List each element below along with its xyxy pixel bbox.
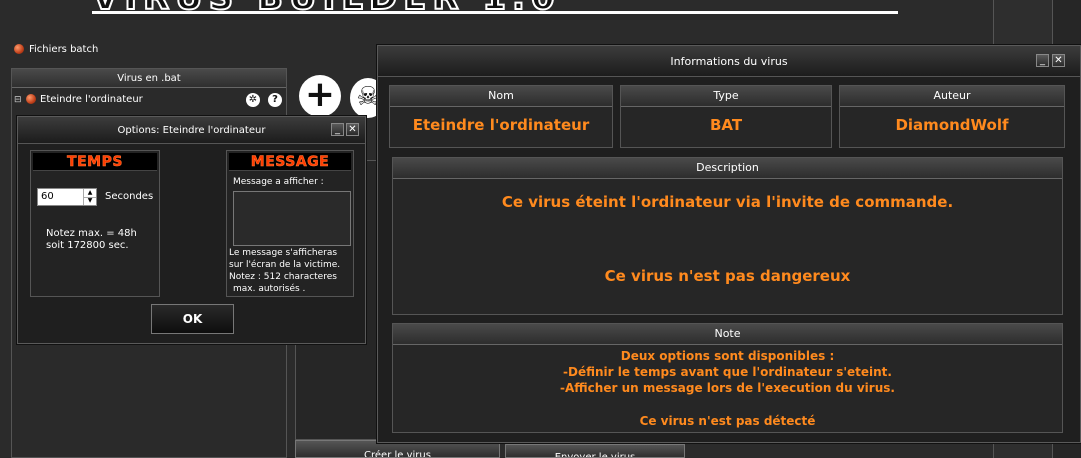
message-note-1: Le message s'afficheras bbox=[229, 248, 338, 258]
help-icon[interactable]: ? bbox=[268, 93, 282, 107]
add-virus-button[interactable]: + bbox=[299, 75, 341, 117]
description-header: Description bbox=[393, 158, 1062, 179]
close-button[interactable]: ✕ bbox=[346, 123, 359, 136]
note-line-2: -Définir le temps avant que l'ordinateur… bbox=[563, 365, 892, 379]
message-note-2: sur l'écran de la victime. bbox=[229, 260, 341, 270]
max-note-line-2: soit 172800 sec. bbox=[46, 240, 129, 251]
auteur-value: DiamondWolf bbox=[895, 116, 1009, 134]
virus-list-header: Virus en .bat bbox=[12, 69, 286, 88]
options-window-title: Options: Eteindre l'ordinateur bbox=[117, 125, 266, 136]
message-textarea[interactable] bbox=[233, 191, 351, 246]
note-line-1: Deux options sont disponibles : bbox=[620, 349, 835, 363]
orange-bullet-icon bbox=[14, 44, 24, 54]
nom-cell: Nom Eteindre l'ordinateur bbox=[389, 85, 613, 148]
max-note-line-1: Notez max. = 48h bbox=[46, 228, 137, 239]
list-item-label: Eteindre l'ordinateur bbox=[40, 94, 143, 105]
minimize-button[interactable]: _ bbox=[331, 123, 344, 136]
options-window-titlebar[interactable]: Options: Eteindre l'ordinateur bbox=[18, 117, 365, 144]
ok-button[interactable]: OK bbox=[151, 304, 234, 334]
message-note-4: max. autorisés . bbox=[233, 284, 306, 294]
close-button[interactable]: ✕ bbox=[1052, 54, 1065, 67]
message-panel: MESSAGE Message a afficher : Le message … bbox=[226, 150, 354, 297]
options-window: Options: Eteindre l'ordinateur _ ✕ TEMPS… bbox=[17, 116, 366, 344]
note-line-3: -Afficher un message lors de l'execution… bbox=[560, 381, 895, 395]
info-window-titlebar[interactable]: Informations du virus bbox=[378, 46, 1080, 77]
info-window-title: Informations du virus bbox=[670, 55, 788, 68]
auteur-cell: Auteur DiamondWolf bbox=[839, 85, 1065, 148]
list-item[interactable]: ⊟ Eteindre l'ordinateur bbox=[14, 91, 284, 109]
temps-header: TEMPS bbox=[33, 153, 157, 171]
batch-files-label: Fichiers batch bbox=[29, 44, 99, 55]
seconds-label: Secondes bbox=[105, 191, 154, 202]
minimize-button[interactable]: _ bbox=[1036, 54, 1049, 67]
virus-info-window: Informations du virus _ ✕ Nom Eteindre l… bbox=[377, 45, 1081, 443]
banner-underline bbox=[92, 11, 898, 14]
orange-bullet-icon bbox=[26, 94, 36, 104]
description-cell: Description Ce virus éteint l'ordinateur… bbox=[392, 157, 1063, 315]
type-cell: Type BAT bbox=[620, 85, 832, 148]
description-line-1: Ce virus éteint l'ordinateur via l'invit… bbox=[501, 193, 954, 211]
send-virus-button[interactable]: Envoyer le virus bbox=[505, 444, 685, 458]
note-cell: Note Deux options sont disponibles : -Dé… bbox=[392, 323, 1063, 433]
note-header: Note bbox=[393, 324, 1062, 345]
description-line-2: Ce virus n'est pas dangereux bbox=[604, 267, 851, 285]
stepper-down-icon[interactable]: ▼ bbox=[83, 197, 96, 205]
message-prompt: Message a afficher : bbox=[233, 177, 324, 187]
batch-files-category[interactable]: Fichiers batch bbox=[14, 44, 98, 58]
seconds-value: 60 bbox=[41, 191, 54, 202]
type-value: BAT bbox=[709, 116, 743, 134]
note-line-4: Ce virus n'est pas détecté bbox=[639, 414, 816, 428]
seconds-stepper[interactable]: 60 ▲ ▼ bbox=[37, 188, 97, 206]
message-header: MESSAGE bbox=[229, 153, 351, 171]
collapse-icon[interactable]: ⊟ bbox=[14, 91, 22, 109]
temps-panel: TEMPS 60 ▲ ▼ Secondes Notez max. = 48h s… bbox=[30, 150, 160, 297]
auteur-header: Auteur bbox=[840, 86, 1064, 107]
message-note-3: Notez : 512 characteres bbox=[229, 272, 337, 282]
nom-header: Nom bbox=[390, 86, 612, 107]
type-header: Type bbox=[621, 86, 831, 107]
nom-value: Eteindre l'ordinateur bbox=[412, 116, 590, 134]
settings-icon[interactable]: ✲ bbox=[246, 93, 260, 107]
